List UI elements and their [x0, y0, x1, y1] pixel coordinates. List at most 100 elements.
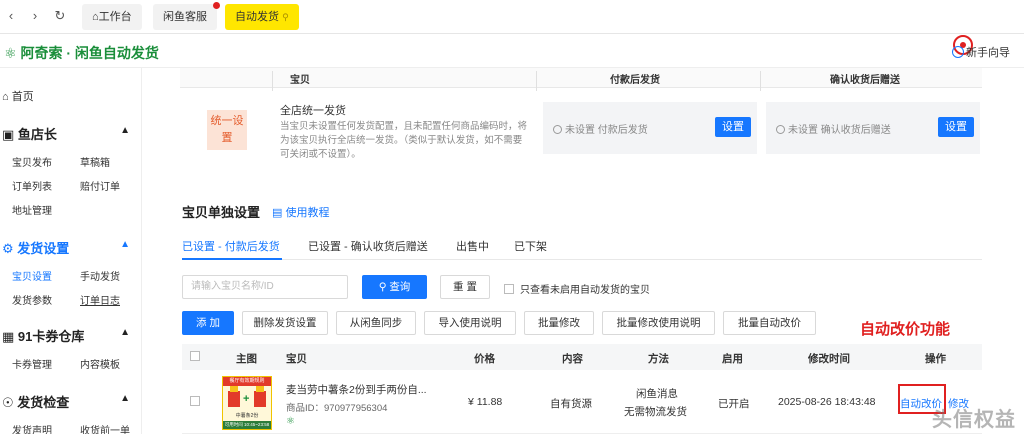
col-actions: 操作	[925, 353, 946, 365]
col-item: 宝贝	[286, 353, 307, 365]
modified-time: 2025-08-26 18:43:48	[778, 396, 876, 408]
product-thumbnail[interactable]: 餐厅有效期规则 + 中薯条2份 可用时间 10:45~23:58	[222, 376, 272, 430]
sidebar-item[interactable]: 内容模板	[80, 356, 120, 371]
item-title[interactable]: 麦当劳中薯条2份到手两份自...	[286, 382, 427, 397]
tab-off-shelf[interactable]: 已下架	[514, 238, 547, 254]
plus-icon: +	[243, 393, 250, 405]
sidebar-item-home[interactable]: ⌂ 首页	[2, 88, 34, 104]
sidebar-group-delivery[interactable]: ⚙ 发货设置 ▲	[2, 238, 132, 257]
sidebar-item[interactable]: 宝贝发布	[12, 154, 52, 169]
sidebar-item[interactable]: 订单日志	[80, 292, 120, 307]
sidebar-group-shop[interactable]: ▣ 鱼店长 ▲	[2, 124, 132, 143]
sidebar: ⌂ 首页 ▣ 鱼店长 ▲ 宝贝发布 草稿箱 订单列表 赔付订单 地址管理 ⚙ 发…	[0, 68, 142, 434]
item-id: 商品ID：970977956304	[286, 403, 388, 414]
section-title: 宝贝单独设置	[182, 205, 261, 220]
chevron-right-icon[interactable]: ›	[28, 9, 42, 23]
group-title: 发货设置	[17, 241, 70, 256]
tab-auto-delivery[interactable]: 自动发货 ⚲	[225, 4, 299, 30]
sidebar-item[interactable]: 发货声明	[12, 422, 52, 434]
top-tab-bar: ‹ › ↻ ⌂工作台 闲鱼客服 自动发货 ⚲	[0, 0, 1024, 34]
guide-button[interactable]: 新手向导	[952, 44, 1010, 60]
tab-xianyu-service[interactable]: 闲鱼客服	[153, 2, 220, 30]
home-icon: ⌂	[92, 11, 99, 23]
divider	[272, 71, 273, 91]
col-method: 方法	[648, 353, 669, 365]
tab-label: 闲鱼客服	[163, 11, 207, 23]
search-button[interactable]: ⚲ 查询	[362, 275, 427, 299]
radio-icon	[776, 125, 785, 134]
pay-delivery-box: 未设置 付款后发货 设置	[543, 102, 757, 154]
shield-icon: ☉	[2, 395, 14, 410]
select-all-checkbox[interactable]	[190, 351, 200, 361]
sidebar-item[interactable]: 发货参数	[12, 292, 52, 307]
add-button[interactable]: 添 加	[182, 311, 234, 335]
gear-icon: ⚙	[2, 241, 14, 256]
refresh-icon[interactable]: ↻	[53, 9, 67, 23]
guide-label: 新手向导	[966, 47, 1010, 59]
confirm-set-button[interactable]: 设置	[938, 117, 974, 137]
col-content: 内容	[562, 353, 583, 365]
checkbox[interactable]	[504, 284, 514, 294]
chevron-up-icon: ▲	[120, 125, 130, 136]
col-price: 价格	[474, 353, 495, 365]
sidebar-item[interactable]: 卡券管理	[12, 356, 52, 371]
sidebar-item[interactable]: 赔付订单	[80, 178, 120, 193]
pay-set-button[interactable]: 设置	[715, 117, 751, 137]
method-line-2: 无需物流发货	[624, 406, 687, 418]
import-instructions-button[interactable]: 导入使用说明	[424, 311, 516, 335]
chevron-up-icon: ▲	[120, 393, 130, 404]
unified-delivery-row: 统一设置 全店统一发货 当宝贝未设置任何发货配置，且未配置任何商品编码时，将为该…	[180, 90, 982, 174]
col-modified: 修改时间	[808, 353, 850, 365]
item-content: 自有货源	[550, 398, 592, 410]
xianyu-icon: ⚛	[286, 416, 295, 427]
sidebar-item[interactable]: 订单列表	[12, 178, 52, 193]
tab-set-confirm[interactable]: 已设置 - 确认收货后赠送	[308, 238, 428, 254]
reset-button[interactable]: 重 置	[440, 275, 490, 299]
help-link-text: 使用教程	[285, 207, 330, 219]
delete-settings-button[interactable]: 删除发货设置	[242, 311, 328, 335]
pin-icon[interactable]: ⚲	[282, 12, 289, 22]
sidebar-group-check[interactable]: ☉ 发货检查 ▲	[2, 392, 132, 411]
unified-desc: 当宝贝未设置任何发货配置，且未配置任何商品编码时，将为该宝贝执行全店统一发货。（…	[280, 121, 528, 160]
sidebar-item[interactable]: 手动发货	[80, 268, 120, 283]
coupon-icon: ▦	[2, 329, 15, 344]
chevron-left-icon[interactable]: ‹	[4, 9, 18, 23]
annotation-label: 自动改价功能	[860, 321, 951, 338]
tab-on-sale[interactable]: 出售中	[456, 238, 489, 254]
unified-title: 全店统一发货	[280, 105, 346, 117]
unified-tag: 统一设置	[207, 110, 247, 150]
header-confirm: 确认收货后赠送	[830, 75, 900, 86]
watermark: 头信权益	[932, 409, 1016, 431]
only-disabled-filter[interactable]: 只查看未启用自动发货的宝贝	[504, 281, 650, 296]
sidebar-item[interactable]: 地址管理	[12, 202, 52, 217]
tab-set-pay[interactable]: 已设置 - 付款后发货	[182, 238, 280, 254]
batch-auto-price-button[interactable]: 批量自动改价	[723, 311, 816, 335]
app-header: ⚛ 阿奇索 · 闲鱼自动发货 新手向导	[0, 34, 1024, 68]
thumb-bottom-text: 可用时间 10:45~23:58	[223, 421, 271, 429]
pay-status: 未设置 付款后发货	[553, 121, 648, 136]
tab-label: 自动发货	[235, 11, 279, 23]
group-title: 鱼店长	[17, 127, 57, 142]
confirm-gift-box: 未设置 确认收货后赠送 设置	[766, 102, 980, 154]
search-input[interactable]: 请输入宝贝名称/ID	[182, 275, 348, 299]
tab-workbench[interactable]: ⌂工作台	[82, 4, 142, 30]
thumb-mid-text: 中薯条2份	[235, 413, 259, 419]
group-title: 91卡券仓库	[17, 329, 85, 344]
sidebar-item[interactable]: 草稿箱	[80, 154, 110, 169]
batch-edit-button[interactable]: 批量修改	[524, 311, 594, 335]
sidebar-item[interactable]: 收货前一单	[80, 422, 130, 434]
header-item: 宝贝	[290, 75, 310, 86]
active-tab-indicator	[182, 258, 282, 260]
divider	[760, 71, 761, 91]
confirm-status-text: 未设置 确认收货后赠送	[788, 125, 891, 136]
chevron-up-icon: ▲	[120, 327, 130, 338]
row-checkbox[interactable]	[190, 396, 200, 406]
batch-edit-instructions-button[interactable]: 批量修改使用说明	[602, 311, 715, 335]
sync-button[interactable]: 从闲鱼同步	[336, 311, 416, 335]
chevron-up-icon: ▲	[120, 239, 130, 250]
help-link[interactable]: ▤ 使用教程	[272, 204, 329, 220]
logo-text: 阿奇索 · 闲鱼自动发货	[20, 45, 159, 61]
sidebar-group-coupons[interactable]: ▦ 91卡券仓库 ▲	[2, 326, 132, 345]
sidebar-item-active[interactable]: 宝贝设置	[12, 268, 52, 283]
header-pay: 付款后发货	[610, 75, 660, 86]
